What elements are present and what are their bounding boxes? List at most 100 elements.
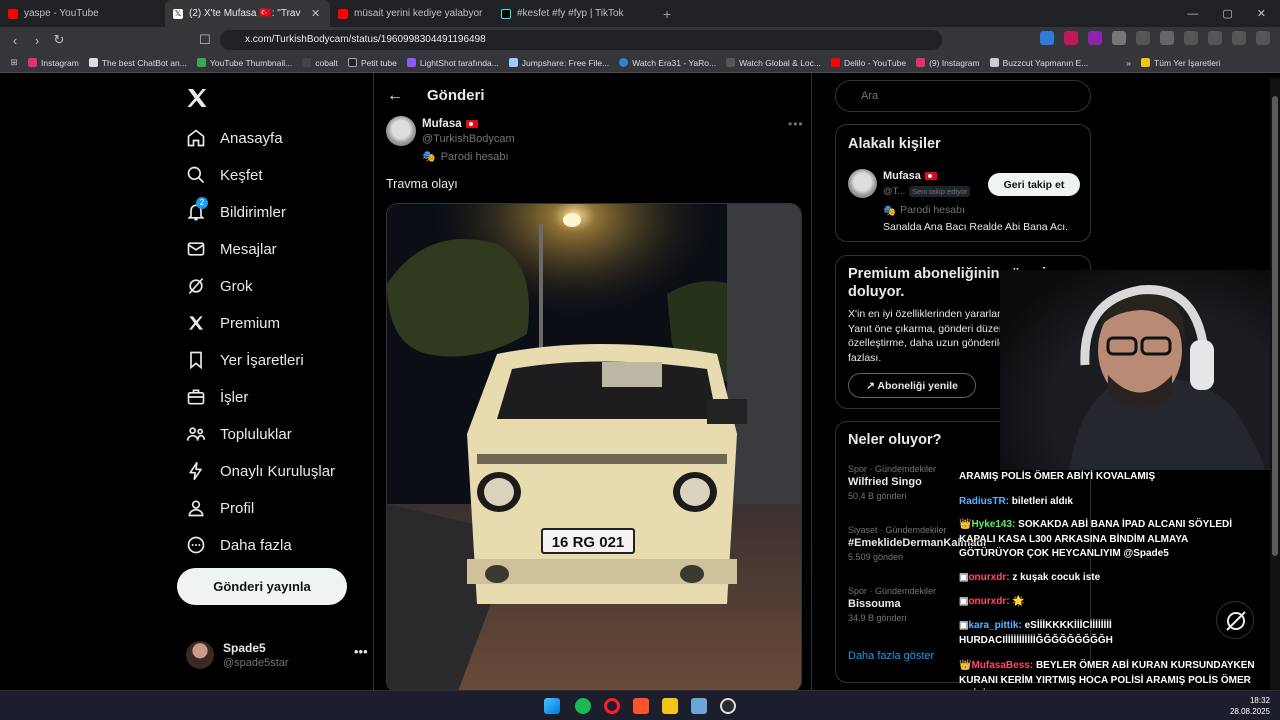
menu-icon[interactable]: [1256, 31, 1270, 45]
author-avatar[interactable]: [386, 116, 416, 146]
address-bar[interactable]: x.com/TurkishBodycam/status/196099830449…: [220, 30, 942, 50]
x-logo-icon[interactable]: [185, 86, 209, 110]
trend-item[interactable]: Spor · Gündemdekiler Wilfried Singo 50,4…: [848, 464, 936, 501]
tab-youtube-kedi[interactable]: müsait yerini kediye yalabyor - YouTu: [330, 0, 493, 27]
bookmark-item[interactable]: cobalt: [302, 58, 338, 68]
maximize-icon[interactable]: ▢: [1222, 7, 1232, 20]
extension-icon[interactable]: [1040, 31, 1054, 45]
follow-back-button[interactable]: Geri takip et: [988, 173, 1080, 196]
bookmark-item[interactable]: Watch Era31 - YaRo...: [619, 58, 716, 68]
extension-icon[interactable]: [1112, 31, 1126, 45]
tiktok-icon: [501, 8, 511, 19]
bookmark-item[interactable]: Delilo - YouTube: [831, 58, 906, 68]
related-handle[interactable]: @T...: [883, 186, 905, 197]
chat-user: onurxdr:: [968, 572, 1010, 583]
post-image[interactable]: 16 RG 021: [386, 203, 802, 693]
post-button[interactable]: Gönderi yayınla: [177, 568, 347, 605]
related-name[interactable]: Mufasa: [883, 170, 937, 182]
sidebar-item-notifications[interactable]: 2 Bildirimler: [186, 197, 286, 222]
more-horizontal-icon[interactable]: •••: [354, 644, 368, 659]
bookmark-item[interactable]: Jumpshare: Free File...: [508, 58, 609, 68]
browser-tab-bar: yaspe - YouTube 𝕏 (2) X'te Mufasa 🇹🇷: "T…: [0, 0, 1280, 27]
music-icon[interactable]: [1208, 31, 1222, 45]
grok-floating-button[interactable]: [1216, 601, 1254, 639]
bookmark-label: YouTube Thumbnail...: [209, 57, 293, 68]
bookmark-item[interactable]: Watch Global & Loc...: [726, 58, 821, 68]
bookmark-label: (9) Instagram: [929, 57, 980, 68]
extension-icon[interactable]: [1088, 31, 1102, 45]
bookmark-item[interactable]: The best ChatBot an...: [88, 58, 187, 68]
new-tab-button[interactable]: +: [663, 6, 671, 22]
sidebar-icon[interactable]: [1184, 31, 1198, 45]
bookmark-label: Watch Era31 - YaRo...: [632, 57, 717, 68]
close-tab-icon[interactable]: ✕: [311, 7, 320, 20]
related-parody-text: Parodi hesabı: [900, 204, 965, 216]
apps-icon[interactable]: ⊞: [0, 57, 28, 68]
extension-icon[interactable]: [1064, 31, 1078, 45]
sidebar-item-more[interactable]: Daha fazla: [186, 535, 292, 555]
minimize-icon[interactable]: —: [1187, 8, 1198, 20]
bookmark-item[interactable]: Instagram: [28, 58, 79, 68]
trend-item[interactable]: Spor · Gündemdekiler Bissouma 34,9 B gön…: [848, 586, 936, 623]
brave-icon[interactable]: [633, 698, 649, 714]
show-more-link[interactable]: Daha fazla göster: [848, 650, 934, 662]
opera-icon[interactable]: [604, 698, 620, 714]
renew-subscription-button[interactable]: ↗ Aboneliği yenile: [848, 373, 976, 398]
van-photo: 16 RG 021: [387, 204, 801, 692]
cobalt-icon: [302, 58, 312, 67]
back-icon[interactable]: ‹: [4, 33, 26, 48]
related-people-card: Alakalı kişiler Mufasa @T... Seni takip …: [835, 124, 1091, 242]
author-handle[interactable]: @TurkishBodycam: [422, 133, 515, 145]
post-text: Travma olayı: [386, 177, 458, 191]
post-more-icon[interactable]: •••: [788, 117, 804, 131]
extension-icon[interactable]: [1136, 31, 1150, 45]
sidebar-item-explore[interactable]: Keşfet: [186, 165, 263, 185]
sidebar-item-jobs[interactable]: İşler: [186, 387, 248, 407]
search-input[interactable]: [835, 80, 1091, 112]
sidebar-item-verified-orgs[interactable]: Onaylı Kuruluşlar: [186, 461, 335, 481]
puzzle-icon[interactable]: [1160, 31, 1174, 45]
bookmark-item[interactable]: YouTube Thumbnail...: [196, 57, 293, 68]
sidebar-item-premium[interactable]: Premium: [186, 313, 280, 333]
bookmark-item[interactable]: Petit tube: [347, 58, 397, 68]
bookmark-icon: [190, 351, 202, 370]
sidebar-item-grok[interactable]: Grok: [186, 276, 253, 296]
sidebar-item-communities[interactable]: Topluluklar: [186, 424, 292, 444]
bookmark-item[interactable]: Buzzcut Yapmanın E...: [989, 58, 1088, 68]
more-bookmarks-icon[interactable]: »: [1126, 58, 1131, 68]
related-avatar[interactable]: [848, 169, 877, 198]
bookmark-page-icon[interactable]: ☐: [194, 32, 216, 48]
sidebar-item-home[interactable]: Anasayfa: [186, 128, 283, 148]
file-explorer-icon[interactable]: [662, 698, 678, 714]
chat-user: MufasaBess:: [971, 660, 1034, 671]
bookmark-label: LightShot tarafında...: [419, 57, 499, 68]
spotify-icon[interactable]: [575, 698, 591, 714]
shield-icon[interactable]: [1232, 31, 1246, 45]
back-arrow-icon[interactable]: ←: [387, 87, 403, 105]
reload-icon[interactable]: ↻: [48, 32, 70, 48]
author-name[interactable]: Mufasa: [422, 118, 478, 130]
chat-message: ARAMIŞ POLİS ÖMER ABİYİ KOVALAMIŞ: [959, 470, 1255, 485]
steam-icon[interactable]: [720, 698, 736, 714]
sidebar-item-profile[interactable]: Profil: [186, 498, 254, 518]
windows-start-icon[interactable]: [544, 698, 560, 714]
account-switcher[interactable]: Spade5 @spade5star •••: [186, 640, 372, 672]
watch-icon: [726, 58, 736, 67]
system-clock[interactable]: 18:32 28.08.2025: [1230, 695, 1270, 717]
close-window-icon[interactable]: ✕: [1257, 7, 1266, 20]
bookmark-item[interactable]: (9) Instagram: [916, 58, 980, 68]
page-scrollbar[interactable]: [1270, 78, 1280, 690]
tab-x-post[interactable]: 𝕏 (2) X'te Mufasa 🇹🇷: "Travma olay ✕: [165, 0, 330, 27]
notification-badge: 2: [196, 197, 208, 209]
chatbot-icon: [88, 58, 98, 67]
tab-youtube-yaspe[interactable]: yaspe - YouTube: [0, 0, 165, 27]
forward-icon[interactable]: ›: [26, 33, 48, 48]
photos-icon[interactable]: [691, 698, 707, 714]
bookmark-item[interactable]: LightShot tarafında...: [406, 57, 499, 68]
sidebar-item-messages[interactable]: Mesajlar: [186, 239, 277, 259]
trend-category: Spor · Gündemdekiler: [848, 586, 937, 596]
all-bookmarks-folder[interactable]: Tüm Yer İşaretleri: [1141, 58, 1221, 68]
sidebar-item-bookmarks[interactable]: Yer İşaretleri: [186, 350, 304, 370]
tab-tiktok[interactable]: #kesfet #fy #fyp | TikTok: [493, 0, 655, 27]
scrollbar-thumb[interactable]: [1272, 96, 1278, 556]
